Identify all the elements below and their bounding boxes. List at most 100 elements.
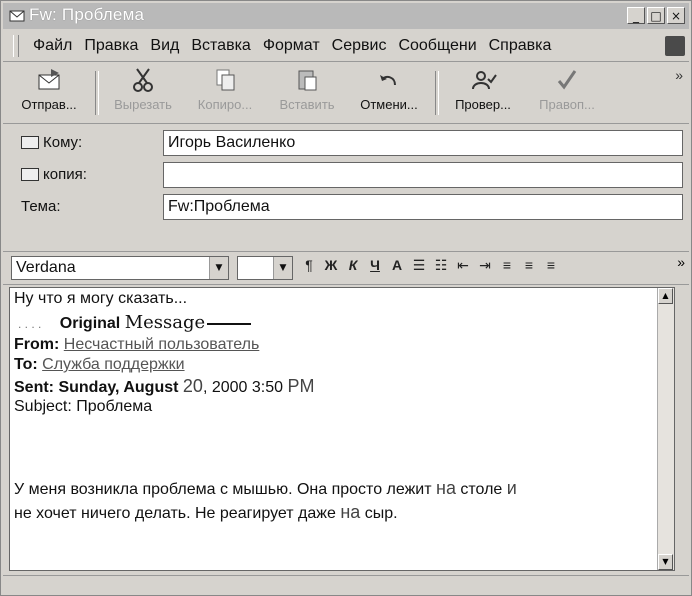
vertical-scrollbar[interactable]: ▲ ▼ [657, 288, 674, 570]
subject-line: Subject: Проблема [14, 398, 153, 415]
bullet-list-icon[interactable]: ☷ [433, 257, 449, 274]
message-window: Fw: Проблема _ □ × Файл Правка Вид Встав… [0, 0, 692, 596]
check-names-label: Провер... [455, 97, 511, 112]
cc-label-text: копия: [43, 166, 87, 183]
font-select[interactable]: Verdana ▼ [11, 256, 229, 280]
to-line: To: Служба поддержки [14, 356, 185, 374]
envelope-icon [9, 10, 25, 22]
menu-message[interactable]: Сообщени [392, 37, 482, 55]
sent-line: Sent: Sunday, August 20, 2000 3:50 PM [14, 376, 314, 397]
menu-edit[interactable]: Правка [78, 37, 144, 55]
spelling-label: Правоп... [539, 97, 595, 112]
p1-text-a: У меня возникла проблема с мышью. Она пр… [14, 481, 436, 498]
maximize-button[interactable]: □ [647, 7, 665, 24]
sent-year-time: , 2000 3:50 [202, 379, 284, 396]
decrease-indent-icon[interactable]: ⇤ [455, 257, 471, 274]
font-select-value: Verdana [16, 259, 76, 276]
p2-text-c: сыр. [360, 505, 398, 522]
body-paragraph-line-1: У меня возникла проблема с мышью. Она пр… [14, 478, 517, 499]
font-color-icon[interactable]: A [389, 257, 405, 274]
paste-button[interactable]: Вставить [265, 67, 349, 117]
undo-label: Отмени... [360, 97, 418, 112]
chevron-down-icon[interactable]: ▼ [273, 257, 292, 279]
close-button[interactable]: × [667, 7, 685, 24]
copy-button[interactable]: Копиро... [183, 67, 267, 117]
format-icons: ¶ Ж К Ч A ☰ ☷ ⇤ ⇥ ≡ ≡ ≡ [301, 257, 559, 274]
body-paragraph-line-2: не хочет ничего делать. Не реагирует даж… [14, 502, 398, 523]
undo-icon [380, 75, 396, 86]
p2-text-b: на [340, 502, 361, 522]
menu-bar: Файл Правка Вид Вставка Формат Сервис Со… [3, 31, 689, 62]
check-names-button[interactable]: Провер... [441, 67, 525, 117]
menu-view[interactable]: Вид [144, 37, 185, 55]
toolbar-overflow-icon[interactable]: » [675, 67, 683, 83]
undo-button[interactable]: Отмени... [347, 67, 431, 117]
menu-format[interactable]: Формат [257, 37, 326, 55]
menu-grip[interactable] [13, 35, 19, 57]
increase-indent-icon[interactable]: ⇥ [477, 257, 493, 274]
copy-icon [216, 69, 235, 91]
align-right-icon[interactable]: ≡ [543, 257, 559, 274]
subject-label-text: Тема: [21, 198, 61, 215]
body-line-1: Ну что я могу сказать... [14, 290, 188, 307]
menu-file[interactable]: Файл [27, 37, 78, 55]
chevron-down-icon[interactable]: ▼ [209, 257, 228, 279]
font-size-select[interactable]: ▼ [237, 256, 293, 280]
sent-label: Sent: [14, 379, 54, 396]
to-label[interactable]: Кому: [21, 134, 82, 151]
formatting-toolbar: Verdana ▼ ▼ ¶ Ж К Ч A ☰ ☷ ⇤ ⇥ ≡ ≡ ≡ » [3, 251, 689, 285]
menu-tools[interactable]: Сервис [326, 37, 393, 55]
send-button[interactable]: Отправ... [7, 67, 91, 117]
message-body[interactable]: Ну что я могу сказать... . . . . Origina… [9, 287, 675, 571]
cc-field[interactable] [163, 162, 683, 188]
window-title: Fw: Проблема [29, 5, 145, 24]
cc-label[interactable]: копия: [21, 166, 87, 183]
cut-button[interactable]: Вырезать [101, 67, 185, 117]
to-row: Кому: Игорь Василенко [3, 127, 689, 159]
p1-text-c: столе [455, 481, 507, 498]
from-line: From: Несчастный пользователь [14, 336, 259, 354]
subject-row: Тема: Fw:Проблема [3, 191, 689, 223]
address-book-icon [21, 136, 39, 149]
paste-label: Вставить [279, 97, 335, 112]
subject-field[interactable]: Fw:Проблема [163, 194, 683, 220]
send-icon [38, 69, 60, 90]
menu-insert[interactable]: Вставка [185, 37, 256, 55]
original-message-separator: . . . . Original Message [18, 312, 252, 333]
sent-pm: PM [287, 376, 315, 396]
subject-label: Тема: [21, 198, 61, 215]
scroll-up-icon[interactable]: ▲ [658, 288, 673, 304]
check-names-icon [472, 71, 497, 90]
p2-text-a: не хочет ничего делать. Не реагирует даж… [14, 505, 341, 522]
paste-icon [298, 70, 317, 91]
align-center-icon[interactable]: ≡ [521, 257, 537, 274]
cut-icon [133, 68, 153, 92]
numbered-list-icon[interactable]: ☰ [411, 257, 427, 274]
menu-help[interactable]: Справка [483, 37, 558, 55]
cc-row: копия: [3, 159, 689, 191]
toolbar-separator [435, 71, 439, 115]
underline-icon[interactable]: Ч [367, 257, 383, 274]
windows-logo-icon [665, 36, 685, 56]
title-bar[interactable]: Fw: Проблема _ □ × [3, 3, 689, 29]
p1-text-b: на [436, 478, 456, 498]
format-overflow-icon[interactable]: » [677, 254, 685, 270]
send-label: Отправ... [21, 97, 77, 112]
orig-word-message: Message [124, 312, 206, 333]
bold-icon[interactable]: Ж [323, 257, 339, 274]
to-line-label: To: [14, 356, 38, 373]
sent-day: Sunday, August [58, 379, 179, 396]
minimize-button[interactable]: _ [627, 7, 645, 24]
italic-icon[interactable]: К [345, 257, 361, 274]
cut-label: Вырезать [114, 97, 172, 112]
to-link[interactable]: Служба поддержки [42, 356, 184, 373]
align-left-icon[interactable]: ≡ [499, 257, 515, 274]
from-link[interactable]: Несчастный пользователь [64, 336, 260, 353]
paragraph-style-icon[interactable]: ¶ [301, 257, 317, 274]
to-field[interactable]: Игорь Василенко [163, 130, 683, 156]
spelling-button[interactable]: Правоп... [525, 67, 609, 117]
spelling-icon [557, 70, 577, 90]
scroll-down-icon[interactable]: ▼ [658, 554, 673, 570]
sent-day-number: 20 [182, 376, 203, 396]
address-book-icon [21, 168, 39, 181]
